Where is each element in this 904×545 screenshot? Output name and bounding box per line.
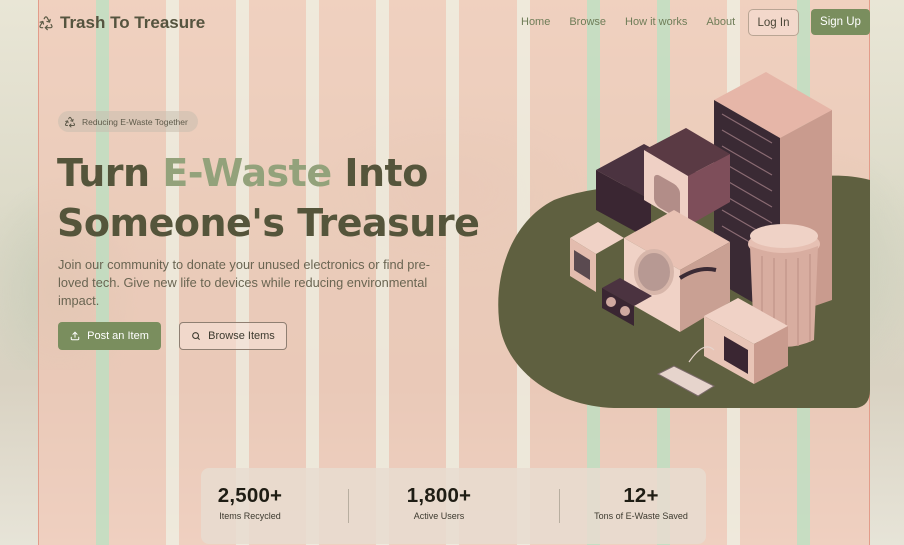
- upload-icon: [70, 331, 80, 341]
- stat-value: 1,800+: [406, 484, 472, 507]
- stat-label: Items Recycled: [219, 511, 281, 521]
- hero-title: Turn E-Waste Into Someone's Treasure: [57, 148, 480, 248]
- brand-name: Trash To Treasure: [60, 13, 206, 32]
- nav-how-it-works[interactable]: How it works: [625, 16, 687, 28]
- hero-illustration: [498, 72, 870, 408]
- login-button[interactable]: Log In: [748, 9, 799, 36]
- stat-label: Active Users: [413, 511, 465, 521]
- brand-logo[interactable]: Trash To Treasure: [38, 13, 205, 33]
- hero-title-part1: Turn: [57, 151, 163, 195]
- hero-badge: Reducing E-Waste Together: [58, 111, 198, 132]
- stats-bar: 2,500+ Items Recycled 1,800+ Active User…: [201, 468, 706, 544]
- stat-active-users: 1,800+ Active Users: [393, 484, 485, 521]
- browse-items-label: Browse Items: [208, 330, 275, 342]
- browse-items-button[interactable]: Browse Items: [179, 322, 287, 350]
- main-nav: Home Browse How it works About: [521, 16, 735, 28]
- stat-label: Tons of E-Waste Saved: [594, 511, 688, 521]
- stat-value: 12+: [623, 484, 659, 507]
- stat-tons-saved: 12+ Tons of E-Waste Saved: [591, 484, 691, 521]
- stat-divider: [559, 489, 560, 523]
- page: Trash To Treasure Home Browse How it wor…: [0, 0, 904, 545]
- nav-browse[interactable]: Browse: [569, 16, 606, 28]
- hero-badge-text: Reducing E-Waste Together: [82, 116, 188, 127]
- stat-value: 2,500+: [217, 484, 283, 507]
- signup-button[interactable]: Sign Up: [811, 9, 870, 35]
- post-item-button[interactable]: Post an Item: [58, 322, 161, 350]
- hero-title-accent: E-Waste: [162, 151, 332, 195]
- hero-subtitle: Join our community to donate your unused…: [58, 257, 431, 308]
- search-icon: [192, 332, 201, 340]
- nav-home[interactable]: Home: [521, 16, 550, 28]
- site-header: Trash To Treasure Home Browse How it wor…: [38, 0, 870, 46]
- stat-items-recycled: 2,500+ Items Recycled: [209, 484, 291, 521]
- recycle-icon: [39, 16, 53, 31]
- stat-divider: [348, 489, 349, 523]
- recycle-icon: [64, 116, 76, 127]
- hero-title-part2: Into: [331, 151, 428, 195]
- hero-title-line2: Someone's Treasure: [57, 201, 480, 245]
- post-item-label: Post an Item: [87, 330, 149, 342]
- nav-about[interactable]: About: [706, 16, 735, 28]
